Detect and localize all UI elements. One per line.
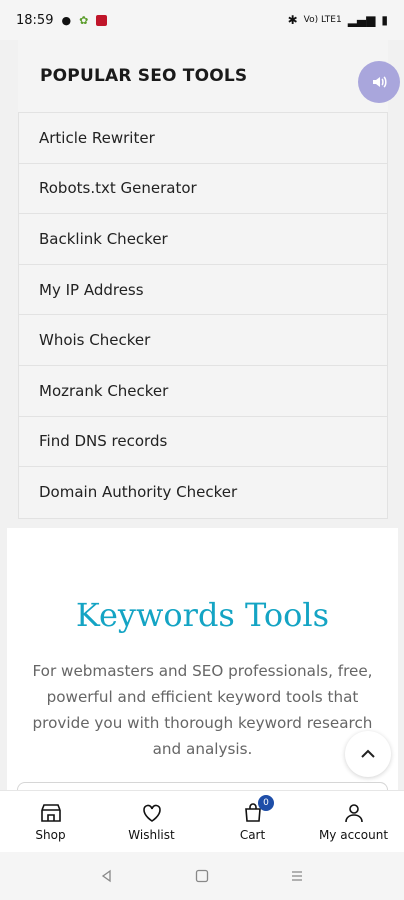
- recents-icon[interactable]: [289, 868, 305, 884]
- keywords-description: For webmasters and SEO professionals, fr…: [32, 662, 373, 758]
- user-icon: [344, 804, 363, 823]
- tool-item[interactable]: Robots.txt Generator: [19, 163, 387, 215]
- nav-cart-label: Cart: [239, 828, 266, 842]
- back-icon[interactable]: [99, 868, 115, 884]
- status-bar: 18:59 ● ✿ ✱ Vo) LTE1 ▂▄▆ ▮: [0, 0, 404, 40]
- home-square-icon[interactable]: [194, 868, 210, 884]
- tool-item[interactable]: My IP Address: [19, 264, 387, 316]
- keywords-title: Keywords Tools: [75, 596, 330, 634]
- bluetooth-icon: ✱: [287, 13, 298, 27]
- signal-icon: ▂▄▆: [347, 13, 376, 27]
- popular-tools-title: POPULAR SEO TOOLS: [40, 66, 248, 86]
- nav-cart[interactable]: 0 Cart: [202, 791, 303, 852]
- tools-list: Article Rewriter Robots.txt Generator Ba…: [18, 112, 388, 519]
- tool-item[interactable]: Whois Checker: [19, 315, 387, 366]
- heart-icon: [142, 804, 161, 822]
- battery-icon: ▮: [381, 13, 388, 27]
- chevron-up-icon: [361, 749, 375, 758]
- system-nav-bar: [0, 852, 404, 900]
- tool-item[interactable]: Mozrank Checker: [19, 365, 387, 417]
- chat-notification-icon: ●: [61, 13, 72, 27]
- tool-item[interactable]: Domain Authority Checker: [19, 467, 387, 518]
- status-time: 18:59: [16, 12, 54, 28]
- tool-item[interactable]: Find DNS records: [19, 416, 387, 468]
- tool-item[interactable]: Backlink Checker: [19, 214, 387, 265]
- nav-account[interactable]: My account: [303, 791, 404, 852]
- tool-item[interactable]: Article Rewriter: [19, 113, 387, 164]
- voice-assistant-button[interactable]: [358, 61, 400, 103]
- app-notification-icon-red: [96, 14, 108, 26]
- network-label: Vo) LTE1: [303, 15, 342, 25]
- scroll-to-top-button[interactable]: [345, 731, 391, 777]
- app-notification-icon: ✿: [79, 13, 89, 27]
- nav-wishlist[interactable]: Wishlist: [101, 791, 202, 852]
- nav-wishlist-label: Wishlist: [128, 828, 175, 842]
- speaker-icon: [373, 76, 387, 88]
- nav-shop[interactable]: Shop: [0, 791, 101, 852]
- nav-shop-label: Shop: [35, 828, 66, 842]
- nav-account-label: My account: [318, 828, 389, 842]
- store-icon: [40, 804, 61, 822]
- keywords-tools-section: Keywords Tools For webmasters and SEO pr…: [7, 528, 398, 802]
- cart-count-badge: 0: [258, 795, 274, 811]
- popular-seo-tools-widget: POPULAR SEO TOOLS Article Rewriter Robot…: [18, 40, 388, 519]
- bottom-nav: Shop Wishlist 0 Cart My account: [0, 790, 404, 852]
